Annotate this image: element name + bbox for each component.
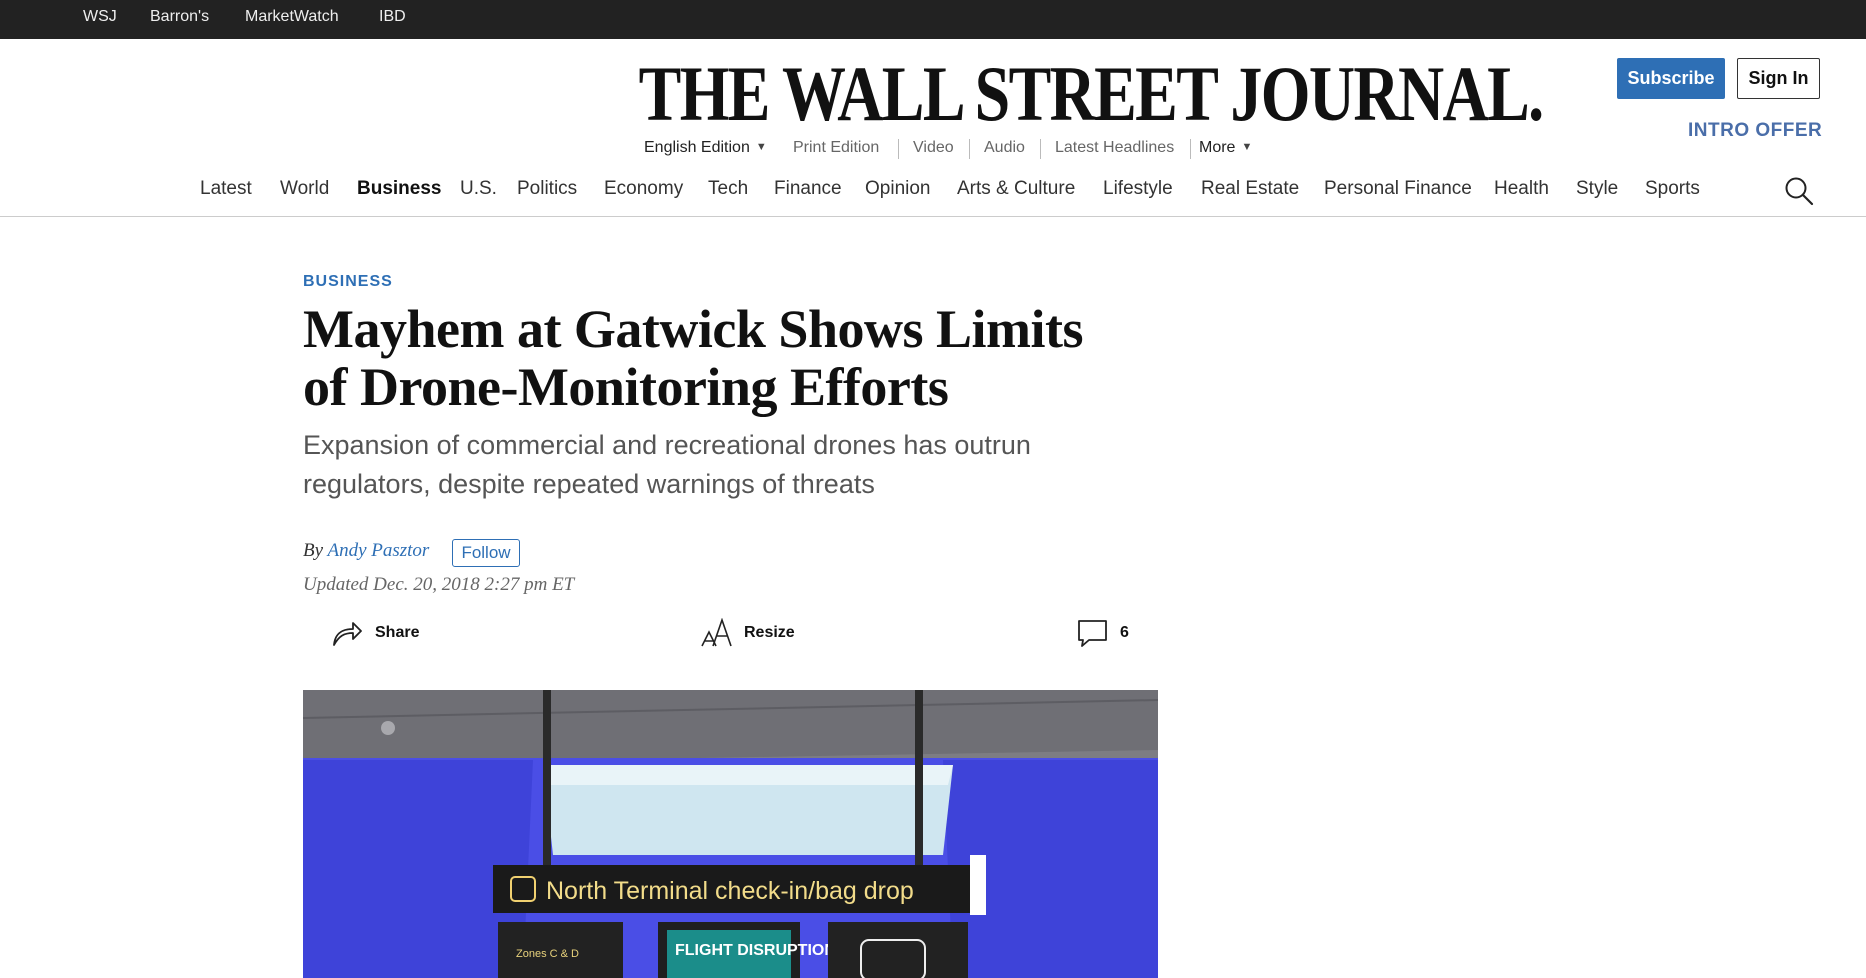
nav-item-finance[interactable]: Finance — [774, 178, 842, 200]
comments-count: 6 — [1120, 624, 1129, 641]
share-icon — [333, 622, 362, 646]
topbar-link-ibd[interactable]: IBD — [379, 8, 406, 26]
edition-selector[interactable]: English Edition ▼ — [644, 139, 767, 157]
byline-prefix: By — [303, 540, 324, 561]
article-dek: Expansion of commercial and recreational… — [303, 430, 1031, 499]
nav-item-lifestyle[interactable]: Lifestyle — [1103, 178, 1173, 200]
byline: By Andy Pasztor — [303, 540, 429, 562]
subscribe-button[interactable]: Subscribe — [1617, 58, 1725, 99]
topbar-link-barrons[interactable]: Barron's — [150, 8, 209, 26]
nav-item-politics[interactable]: Politics — [517, 178, 577, 200]
divider — [898, 139, 899, 159]
topbar-link-marketwatch[interactable]: MarketWatch — [245, 8, 339, 26]
edition-link-audio[interactable]: Audio — [984, 139, 1025, 157]
edition-link-print[interactable]: Print Edition — [793, 139, 879, 157]
edition-label: English Edition — [644, 139, 750, 156]
nav-item-style[interactable]: Style — [1576, 178, 1618, 200]
more-label: More — [1199, 139, 1236, 156]
nav-item-real-estate[interactable]: Real Estate — [1201, 178, 1299, 200]
divider — [1190, 139, 1191, 159]
share-label: Share — [375, 624, 420, 641]
nav-item-us[interactable]: U.S. — [460, 178, 497, 200]
topbar-link-wsj[interactable]: WSJ — [83, 8, 117, 26]
article-hero-image[interactable]: North Terminal check-in/bag drop Zones C… — [303, 690, 1158, 978]
sign-in-button[interactable]: Sign In — [1737, 58, 1820, 99]
nav-item-world[interactable]: World — [280, 178, 329, 200]
nav-item-sports[interactable]: Sports — [1645, 178, 1700, 200]
follow-author-button[interactable]: Follow — [452, 539, 520, 567]
nav-item-latest[interactable]: Latest — [200, 178, 252, 200]
nav-item-personal-finance[interactable]: Personal Finance — [1324, 178, 1472, 200]
more-menu[interactable]: More ▼ — [1199, 139, 1252, 157]
comments-button[interactable]: 6 — [1077, 618, 1137, 648]
photo-zone-text: Zones C & D — [516, 948, 579, 960]
nav-divider — [0, 216, 1866, 217]
divider — [1040, 139, 1041, 159]
photo-flight-disruption-text: FLIGHT DISRUPTION — [675, 942, 836, 959]
caret-down-icon: ▼ — [1241, 141, 1253, 153]
share-button[interactable]: Share — [331, 618, 441, 648]
nav-item-arts-culture[interactable]: Arts & Culture — [957, 178, 1075, 200]
nav-item-health[interactable]: Health — [1494, 178, 1549, 200]
article-headline: Mayhem at Gatwick Shows Limits of Drone-… — [303, 299, 1084, 417]
resize-button[interactable]: Resize — [700, 618, 810, 648]
caret-down-icon: ▼ — [755, 141, 767, 153]
airport-sign-photo: North Terminal check-in/bag drop Zones C… — [303, 690, 1158, 978]
nav-item-opinion[interactable]: Opinion — [865, 178, 931, 200]
article-timestamp: Updated Dec. 20, 2018 2:27 pm ET — [303, 574, 575, 595]
section-label[interactable]: BUSINESS — [303, 273, 393, 291]
edition-link-video[interactable]: Video — [913, 139, 954, 157]
divider — [969, 139, 970, 159]
edition-link-latest-headlines[interactable]: Latest Headlines — [1055, 139, 1174, 157]
resize-label: Resize — [744, 624, 795, 641]
comment-icon — [1078, 620, 1107, 647]
top-utility-bar: WSJ Barron's MarketWatch IBD — [0, 0, 1866, 39]
search-icon[interactable] — [1784, 176, 1814, 206]
edition-bar: English Edition ▼ Print Edition Video Aud… — [0, 139, 1866, 159]
main-nav: Latest World Business U.S. Politics Econ… — [0, 178, 1866, 202]
author-link[interactable]: Andy Pasztor — [327, 540, 429, 561]
masthead-logo[interactable]: THE WALL STREET JOURNAL. — [639, 54, 1544, 134]
text-resize-icon — [701, 618, 732, 647]
photo-sign-text: North Terminal check-in/bag drop — [546, 877, 914, 905]
nav-item-business[interactable]: Business — [357, 178, 441, 200]
nav-item-tech[interactable]: Tech — [708, 178, 748, 200]
nav-item-economy[interactable]: Economy — [604, 178, 683, 200]
